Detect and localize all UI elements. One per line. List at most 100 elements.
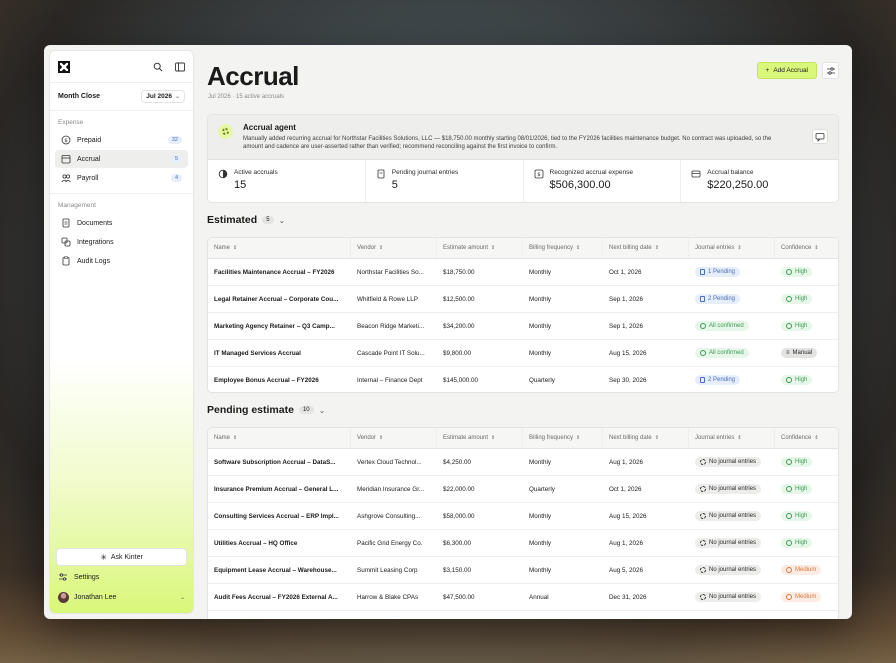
sort-icon: ⇕: [814, 245, 819, 251]
journal-status-label: No journal entries: [709, 513, 757, 519]
column-header[interactable]: Vendor ⇕: [351, 238, 437, 258]
table-row[interactable]: Marketing Agency Retainer – Q3 Camp... Be…: [208, 313, 838, 340]
count-badge: 5: [262, 216, 274, 224]
column-header-label: Next billing date: [609, 435, 652, 441]
stats-row: Active accruals 15 Pending journal entri…: [208, 160, 838, 202]
document-icon: [700, 269, 705, 275]
journal-status-badge: No journal entries: [695, 538, 762, 548]
filter-button[interactable]: [822, 62, 839, 79]
cell-vendor: Ashgrove Consulting...: [357, 512, 421, 520]
cell-freq: Monthly: [529, 268, 552, 276]
cell-freq: Monthly: [529, 458, 552, 466]
user-menu[interactable]: Jonathan Lee ⌄: [58, 589, 185, 605]
dashed-circle-icon: [700, 513, 706, 519]
cell-name: Legal Retainer Accrual – Corporate Cou..…: [214, 295, 339, 303]
table-row[interactable]: Employee Bonus Accrual – FY2026 Internal …: [208, 367, 838, 392]
logo-icon: [58, 60, 70, 73]
cell-name: Utilities Accrual – HQ Office: [214, 539, 298, 547]
column-header[interactable]: Next billing date ⇕: [603, 238, 689, 258]
sidebar-toggle-icon[interactable]: [175, 62, 185, 72]
chevron-down-icon: ⌄: [174, 94, 180, 100]
table-row[interactable]: Legal Retainer Accrual – Corporate Cou..…: [208, 286, 838, 313]
clipboard-icon: [61, 256, 71, 266]
table-row[interactable]: Utilities Accrual – HQ Office Pacific Gri…: [208, 530, 838, 557]
column-header[interactable]: Estimate amount ⇕: [437, 238, 523, 258]
table-row[interactable]: Facilities Maintenance Accrual – FY2026 N…: [208, 259, 838, 286]
column-header[interactable]: Estimate amount ⇕: [437, 428, 523, 448]
agent-message: Manually added recurring accrual for Nor…: [243, 136, 772, 151]
sort-icon: ⇕: [576, 435, 581, 441]
cell-name: Employee Bonus Accrual – FY2026: [214, 376, 319, 384]
chevron-down-icon: ⌄: [318, 405, 326, 415]
column-header[interactable]: Name ⇕: [208, 428, 351, 448]
column-header[interactable]: Name ⇕: [208, 238, 351, 258]
table-row[interactable]: Equipment Lease Accrual – Warehouse... Su…: [208, 557, 838, 584]
cell-date: Oct 1, 2026: [609, 485, 642, 493]
journal-status-badge: No journal entries: [695, 484, 762, 494]
cell-journal: No journal entries: [689, 511, 775, 521]
page-title: Accrual: [207, 61, 299, 91]
check-circle-icon: [700, 350, 706, 356]
sidebar-item-payroll[interactable]: Payroll 4: [55, 169, 188, 187]
count-badge: 5: [170, 155, 182, 163]
column-header-label: Vendor: [357, 245, 377, 251]
table-row[interactable]: Software Subscription Accrual – DataS...…: [208, 449, 838, 476]
column-header[interactable]: Journal entries ⇕: [689, 428, 775, 448]
column-header[interactable]: Confidence ⇕: [775, 428, 838, 448]
column-header-label: Journal entries: [695, 435, 735, 441]
sidebar-item-label: Integrations: [77, 238, 114, 246]
cell-journal: All confirmed: [689, 321, 775, 331]
check-circle-icon: [786, 323, 792, 329]
sidebar-item-prepaid[interactable]: $ Prepaid 32: [55, 131, 188, 149]
add-accrual-button[interactable]: + Add Accrual: [756, 62, 817, 79]
sidebar-item-documents[interactable]: Documents: [55, 214, 188, 232]
document-icon: [700, 377, 705, 383]
search-icon[interactable]: [153, 62, 163, 72]
pending-table: Name ⇕ Vendor ⇕ Estimate amount ⇕ Billing freq…: [207, 427, 839, 619]
cell-vendor: Vertex Cloud Technol...: [357, 458, 422, 466]
confidence-badge: High: [781, 267, 813, 277]
sidebar-item-accrual[interactable]: Accrual 5: [55, 150, 188, 168]
cell-vendor: Summit Leasing Corp: [357, 566, 418, 574]
confidence-label: High: [795, 269, 808, 275]
check-circle-icon: [786, 377, 792, 383]
cell-confidence: High: [775, 321, 838, 331]
check-circle-icon: [786, 486, 792, 492]
stat-accrual-balance: Accrual balance $220,250.00: [681, 160, 838, 202]
check-circle-icon: [786, 269, 792, 275]
pending-section-header[interactable]: Pending estimate 10 ⌄: [207, 404, 325, 416]
section-title: Pending estimate: [207, 404, 294, 416]
sidebar-item-audit-logs[interactable]: Audit Logs: [55, 252, 188, 270]
confidence-label: High: [795, 459, 808, 465]
sidebar-item-integrations[interactable]: Integrations: [55, 233, 188, 251]
column-header[interactable]: Billing frequency ⇕: [523, 238, 603, 258]
ask-kinter-button[interactable]: ✳ Ask Kinter: [56, 548, 187, 566]
column-header[interactable]: Next billing date ⇕: [603, 428, 689, 448]
table-row[interactable]: Consulting Services Accrual – ERP Impl..…: [208, 503, 838, 530]
table-row[interactable]: Insurance Premium Accrual – General L...…: [208, 476, 838, 503]
table-row[interactable]: Audit Fees Accrual – FY2026 External A..…: [208, 584, 838, 611]
column-header[interactable]: Billing frequency ⇕: [523, 428, 603, 448]
column-header-label: Journal entries: [695, 245, 735, 251]
cell-date: Sep 30, 2026: [609, 376, 647, 384]
column-header[interactable]: Vendor ⇕: [351, 428, 437, 448]
comment-button[interactable]: [812, 129, 828, 144]
cell-confidence: High: [775, 267, 838, 277]
document-icon: [700, 296, 705, 302]
cell-amount: $12,500.00: [443, 295, 475, 303]
estimated-section-header[interactable]: Estimated 5 ⌄: [207, 214, 285, 226]
stat-active-accruals: Active accruals 15: [208, 160, 366, 202]
cell-date: Aug 1, 2026: [609, 458, 643, 466]
cell-confidence: High: [775, 375, 838, 385]
sort-icon: ⇕: [379, 245, 384, 251]
cell-confidence: Medium: [775, 565, 838, 575]
column-header[interactable]: Journal entries ⇕: [689, 238, 775, 258]
journal-status-label: No journal entries: [709, 486, 757, 492]
column-header[interactable]: Confidence ⇕: [775, 238, 838, 258]
cell-journal: All confirmed: [689, 348, 775, 358]
settings-link[interactable]: Settings: [58, 572, 99, 582]
month-select[interactable]: Jul 2026 ⌄: [141, 90, 185, 103]
cell-journal: No journal entries: [689, 592, 775, 602]
check-circle-icon: [786, 567, 792, 573]
table-row[interactable]: IT Managed Services Accrual Cascade Point…: [208, 340, 838, 367]
